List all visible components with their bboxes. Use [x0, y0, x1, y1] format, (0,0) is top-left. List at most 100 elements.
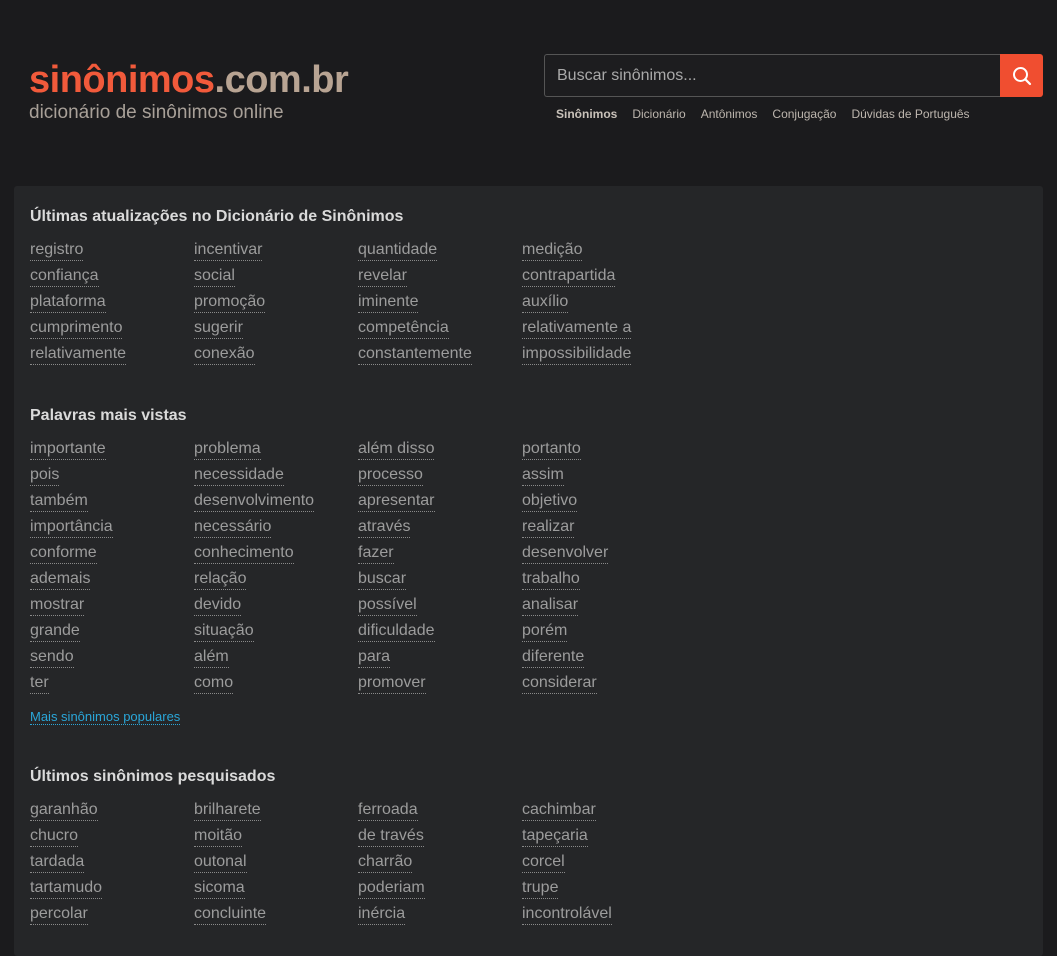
word-link[interactable]: competência — [358, 319, 449, 339]
word-link[interactable]: situação — [194, 622, 254, 642]
logo-part2: .com.br — [214, 59, 349, 101]
word-link[interactable]: conhecimento — [194, 544, 294, 564]
word-link[interactable]: tardada — [30, 853, 85, 873]
word-link[interactable]: sendo — [30, 648, 74, 668]
word-link[interactable]: assim — [522, 466, 564, 486]
word-link[interactable]: apresentar — [358, 492, 435, 512]
word-link[interactable]: para — [358, 648, 391, 668]
word-link[interactable]: porém — [522, 622, 568, 642]
word-link[interactable]: moitão — [194, 827, 243, 847]
word-link[interactable]: ter — [30, 674, 49, 694]
word-link[interactable]: além — [194, 648, 229, 668]
word-link[interactable]: incontrolável — [522, 905, 612, 925]
word-link[interactable]: desenvolvimento — [194, 492, 315, 512]
word-link[interactable]: ferroada — [358, 801, 418, 821]
word-link[interactable]: tapeçaria — [522, 827, 588, 847]
word-link[interactable]: quantidade — [358, 241, 438, 261]
word-link[interactable]: trabalho — [522, 570, 580, 590]
word-link[interactable]: fazer — [358, 544, 394, 564]
search-button[interactable] — [1000, 54, 1043, 97]
section-title-recent: Últimos sinônimos pesquisados — [30, 768, 276, 785]
word-link[interactable]: desenvolver — [522, 544, 609, 564]
word-link[interactable]: importância — [30, 518, 113, 538]
word-link[interactable]: revelar — [358, 267, 407, 287]
word-link[interactable]: mostrar — [30, 596, 85, 616]
word-link[interactable]: brilharete — [194, 801, 261, 821]
site-header: sinônimos.com.br dicionário de sinônimos… — [0, 0, 1057, 186]
nav-duvidas[interactable]: Dúvidas de Português — [851, 107, 969, 121]
word-link[interactable]: pois — [30, 466, 60, 486]
logo-part1: sinônimos — [29, 59, 215, 101]
word-link[interactable]: outonal — [194, 853, 247, 873]
word-link[interactable]: problema — [194, 440, 261, 460]
word-link[interactable]: considerar — [522, 674, 597, 694]
word-grid-recent: garanhão brilharete ferroada cachimbar chucr… — [30, 801, 686, 931]
word-link[interactable]: necessário — [194, 518, 272, 538]
word-link[interactable]: plataforma — [30, 293, 106, 313]
word-link[interactable]: constantemente — [358, 345, 472, 365]
word-link[interactable]: impossibilidade — [522, 345, 632, 365]
word-link[interactable]: sugerir — [194, 319, 243, 339]
nav-conjugacao[interactable]: Conjugação — [772, 107, 836, 121]
word-link[interactable]: percolar — [30, 905, 88, 925]
word-link[interactable]: de través — [358, 827, 424, 847]
word-link[interactable]: trupe — [522, 879, 559, 899]
word-link[interactable]: processo — [358, 466, 423, 486]
word-link[interactable]: auxílio — [522, 293, 569, 313]
word-link[interactable]: incentivar — [194, 241, 263, 261]
word-link[interactable]: registro — [30, 241, 84, 261]
word-link[interactable]: contrapartida — [522, 267, 616, 287]
word-link[interactable]: promover — [358, 674, 426, 694]
word-link[interactable]: devido — [194, 596, 242, 616]
word-link[interactable]: promoção — [194, 293, 266, 313]
word-grid-most-viewed: importante problema além disso portanto pois… — [30, 440, 686, 700]
word-link[interactable]: relação — [194, 570, 247, 590]
word-link[interactable]: como — [194, 674, 234, 694]
word-link[interactable]: inércia — [358, 905, 406, 925]
word-link[interactable]: cachimbar — [522, 801, 596, 821]
nav-dicionario[interactable]: Dicionário — [632, 107, 685, 121]
word-link[interactable]: além disso — [358, 440, 435, 460]
word-grid-updates: registro incentivar quantidade medição confi… — [30, 241, 686, 371]
word-link[interactable]: concluinte — [194, 905, 267, 925]
word-link[interactable]: diferente — [522, 648, 585, 668]
word-link[interactable]: grande — [30, 622, 80, 642]
word-link[interactable]: analisar — [522, 596, 579, 616]
nav-sinonimos[interactable]: Sinônimos — [556, 107, 617, 121]
word-link[interactable]: ademais — [30, 570, 91, 590]
word-link[interactable]: relativamente a — [522, 319, 632, 339]
word-link[interactable]: relativamente — [30, 345, 127, 365]
word-link[interactable]: objetivo — [522, 492, 578, 512]
word-link[interactable]: realizar — [522, 518, 575, 538]
word-link[interactable]: conexão — [194, 345, 255, 365]
word-link[interactable]: buscar — [358, 570, 407, 590]
word-link[interactable]: confiança — [30, 267, 99, 287]
word-link[interactable]: portanto — [522, 440, 581, 460]
word-link[interactable]: medição — [522, 241, 583, 261]
top-nav: Sinônimos Dicionário Antônimos Conjugação Dú… — [556, 107, 985, 121]
search-input[interactable] — [544, 54, 1001, 97]
word-link[interactable]: corcel — [522, 853, 565, 873]
nav-antonimos[interactable]: Antônimos — [701, 107, 758, 121]
word-link[interactable]: tartamudo — [30, 879, 103, 899]
section-title-most-viewed: Palavras mais vistas — [30, 407, 187, 424]
more-popular-link[interactable]: Mais sinônimos populares — [30, 709, 181, 725]
search-icon — [1012, 66, 1031, 85]
word-link[interactable]: chucro — [30, 827, 79, 847]
word-link[interactable]: garanhão — [30, 801, 98, 821]
word-link[interactable]: social — [194, 267, 235, 287]
word-link[interactable]: poderiam — [358, 879, 425, 899]
word-link[interactable]: conforme — [30, 544, 97, 564]
word-link[interactable]: importante — [30, 440, 106, 460]
word-link[interactable]: cumprimento — [30, 319, 123, 339]
word-link[interactable]: sicoma — [194, 879, 245, 899]
site-logo[interactable]: sinônimos.com.br — [29, 58, 349, 102]
word-link[interactable]: charrão — [358, 853, 413, 873]
word-link[interactable]: através — [358, 518, 411, 538]
word-link[interactable]: necessidade — [194, 466, 284, 486]
word-link[interactable]: dificuldade — [358, 622, 435, 642]
main-panel: Últimas atualizações no Dicionário de Si… — [14, 186, 1043, 956]
word-link[interactable]: iminente — [358, 293, 419, 313]
word-link[interactable]: também — [30, 492, 88, 512]
word-link[interactable]: possível — [358, 596, 417, 616]
